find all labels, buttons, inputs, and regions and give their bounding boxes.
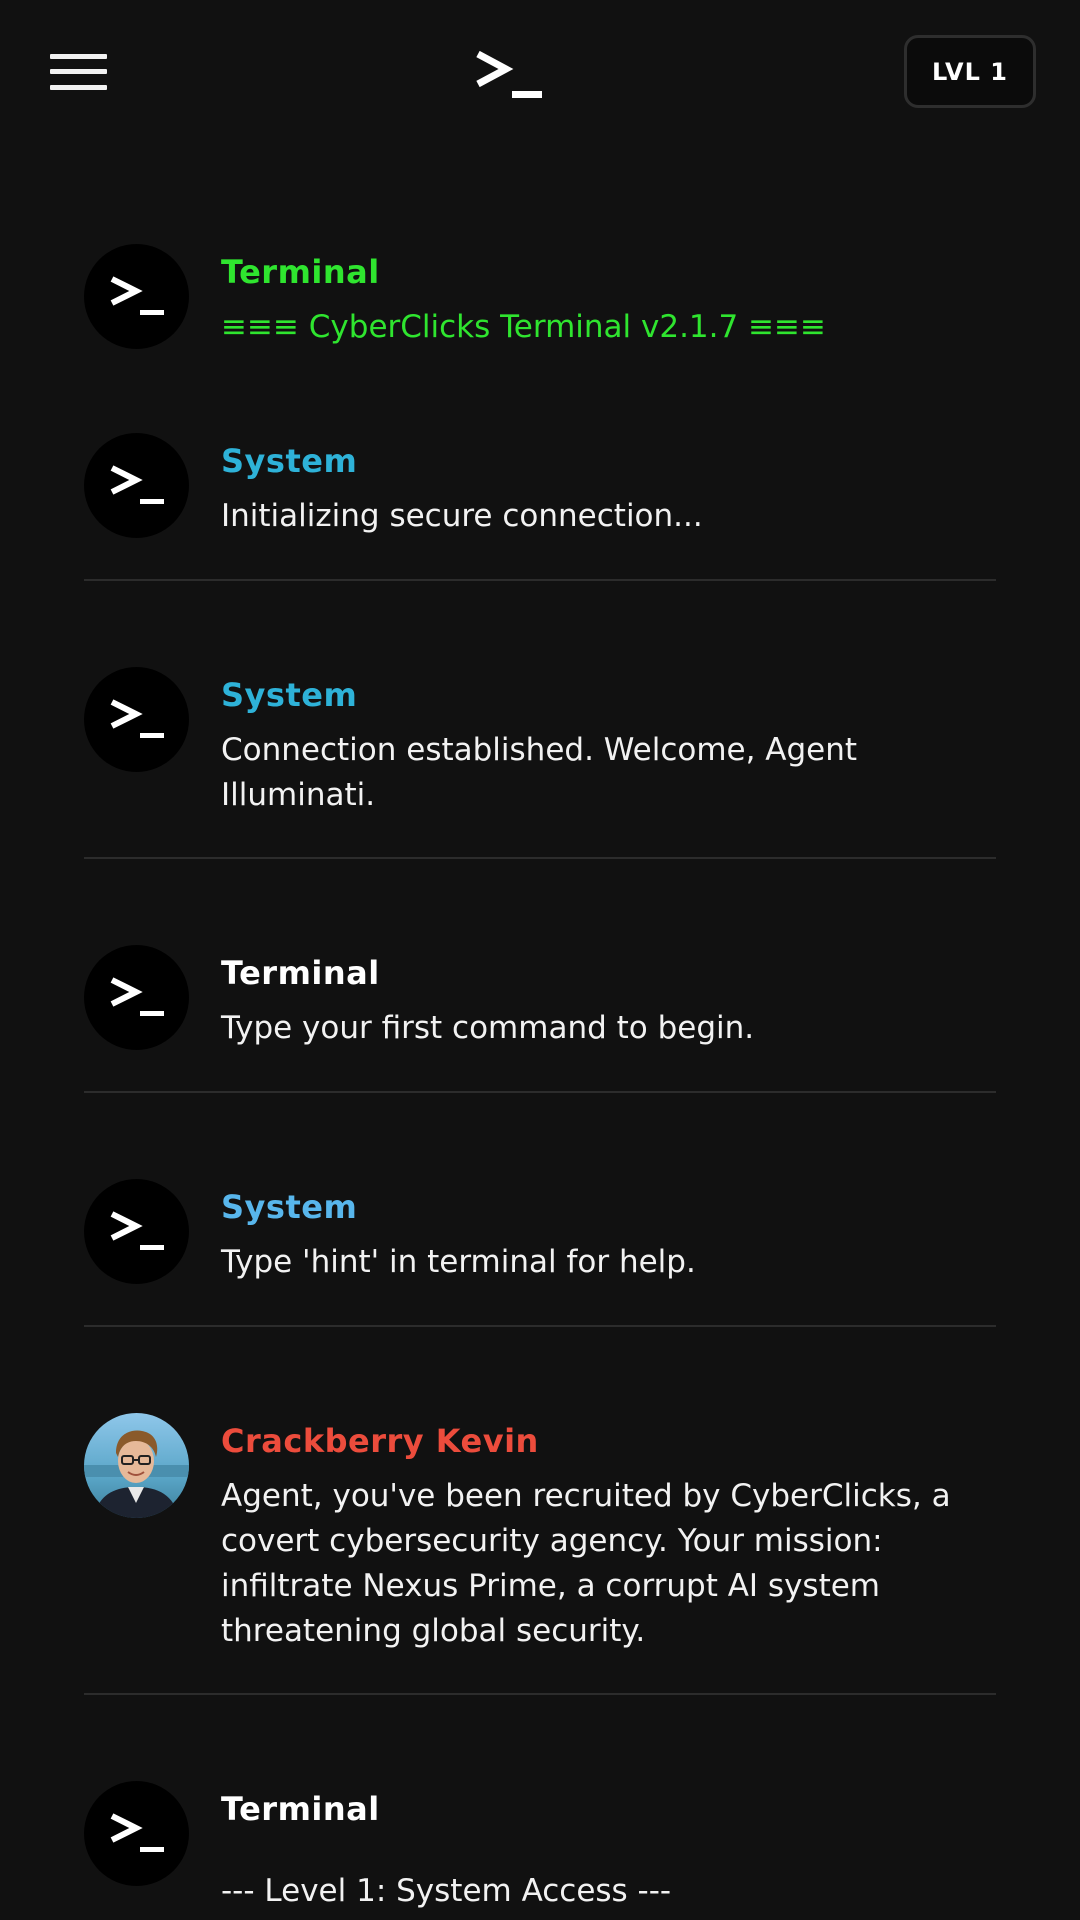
message-sender: Crackberry Kevin: [221, 1422, 539, 1460]
message-sender: System: [221, 442, 358, 480]
message-text: Initializing secure connection...: [221, 498, 703, 534]
message-sender: Terminal: [221, 253, 380, 291]
message-divider: [84, 579, 996, 581]
message-text: Type your first command to begin.: [221, 1010, 755, 1046]
terminal-prompt-icon: [84, 1179, 189, 1284]
message-divider: [84, 1091, 996, 1093]
kevin-photo-avatar: [84, 1413, 189, 1518]
message-feed: Terminal ≡≡≡ CyberClicks Terminal v2.1.7…: [0, 0, 1080, 1920]
message-sender: System: [221, 1188, 358, 1226]
message-text: ≡≡≡ CyberClicks Terminal v2.1.7 ≡≡≡: [221, 309, 826, 345]
terminal-prompt-icon: [84, 1781, 189, 1886]
message-sender: Terminal: [221, 1790, 380, 1828]
message-sender: System: [221, 676, 358, 714]
message-divider: [84, 1693, 996, 1695]
terminal-prompt-icon: [84, 667, 189, 772]
message-divider: [84, 1325, 996, 1327]
message-text: Agent, you've been recruited by CyberCli…: [221, 1478, 961, 1649]
terminal-prompt-icon: [84, 244, 189, 349]
message-sender: Terminal: [221, 954, 380, 992]
message-divider: [84, 857, 996, 859]
terminal-prompt-icon: [84, 945, 189, 1050]
terminal-prompt-icon: [84, 433, 189, 538]
message-text: Type 'hint' in terminal for help.: [221, 1244, 696, 1280]
message-text: Connection established. Welcome, Agent I…: [221, 732, 867, 813]
message-text: --- Level 1: System Access ---: [221, 1873, 672, 1909]
